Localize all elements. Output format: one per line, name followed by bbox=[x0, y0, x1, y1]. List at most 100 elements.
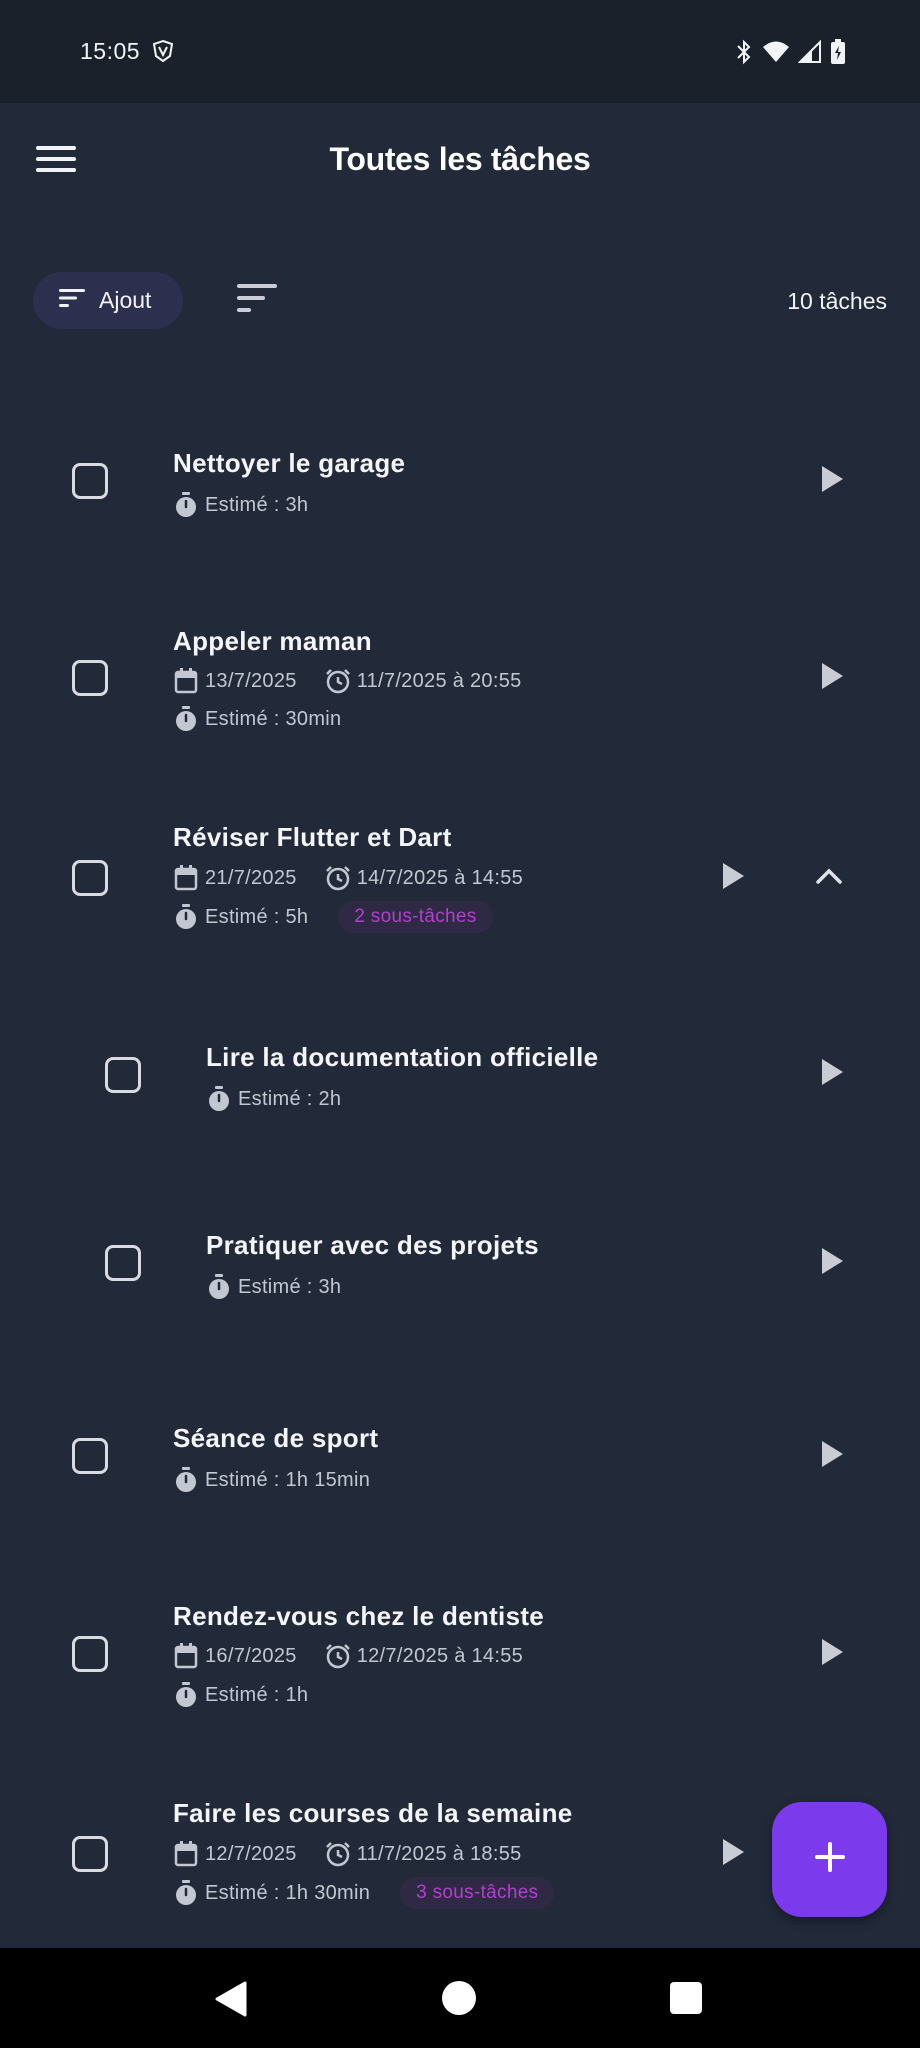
app-bar: Toutes les tâches bbox=[0, 103, 920, 218]
back-icon[interactable] bbox=[214, 1981, 248, 2022]
start-task-button[interactable] bbox=[713, 1834, 753, 1874]
subtask-meta: Estimé : 2h bbox=[206, 1086, 341, 1112]
task-title: Nettoyer le garage bbox=[173, 448, 406, 478]
status-icons bbox=[734, 39, 846, 70]
play-icon bbox=[820, 1440, 844, 1473]
alarm-icon bbox=[325, 668, 351, 694]
task-meta: Estimé : 30min bbox=[173, 706, 341, 732]
sort-chip-label: Ajout bbox=[99, 287, 152, 313]
task-estimate: Estimé : 1h 15min bbox=[205, 1468, 371, 1491]
task-title: Rendez-vous chez le dentiste bbox=[173, 1601, 545, 1631]
timer-icon bbox=[173, 904, 199, 930]
task-title: Appeler maman bbox=[173, 626, 372, 656]
chevron-up-icon bbox=[816, 868, 842, 889]
task-meta: Estimé : 1h 15min bbox=[173, 1467, 370, 1493]
vpn-shield-icon bbox=[151, 39, 175, 68]
checkbox-icon[interactable] bbox=[72, 1438, 108, 1474]
checkbox-icon[interactable] bbox=[72, 1836, 108, 1872]
task-reminder: 14/7/2025 à 14:55 bbox=[356, 866, 524, 889]
task-due-date: 13/7/2025 bbox=[205, 669, 297, 692]
play-icon bbox=[820, 1058, 844, 1091]
timer-icon bbox=[173, 492, 199, 518]
signal-icon bbox=[797, 39, 822, 69]
task-estimate: Estimé : 5h bbox=[205, 905, 309, 928]
alarm-icon bbox=[325, 1643, 351, 1669]
task-dates: 13/7/2025 11/7/2025 à 20:55 bbox=[173, 668, 522, 694]
checkbox-icon[interactable] bbox=[72, 660, 108, 696]
calendar-icon bbox=[173, 668, 199, 694]
task-item[interactable]: Nettoyer le garage Estimé : 3h bbox=[0, 430, 920, 540]
task-estimate: Estimé : 3h bbox=[205, 493, 309, 516]
checkbox-icon[interactable] bbox=[105, 1245, 141, 1281]
calendar-icon bbox=[173, 865, 199, 891]
start-task-button[interactable] bbox=[812, 658, 852, 698]
bluetooth-icon bbox=[734, 39, 754, 70]
subtask-count-badge: 2 sous-tâches bbox=[338, 901, 493, 933]
add-task-button[interactable] bbox=[772, 1802, 887, 1917]
sort-order-button[interactable] bbox=[232, 280, 282, 320]
task-due-date: 12/7/2025 bbox=[205, 1842, 297, 1865]
status-bar: 15:05 bbox=[0, 0, 920, 103]
task-dates: 16/7/2025 12/7/2025 à 14:55 bbox=[173, 1643, 523, 1669]
checkbox-icon[interactable] bbox=[72, 463, 108, 499]
toolbar: Ajout 10 tâches bbox=[0, 270, 920, 330]
subtask-estimate: Estimé : 3h bbox=[238, 1275, 342, 1298]
subtask-count-badge: 3 sous-tâches bbox=[400, 1877, 555, 1909]
timer-icon bbox=[173, 1682, 199, 1708]
subtask-item[interactable]: Lire la documentation officielle Estimé … bbox=[0, 1032, 920, 1142]
checkbox-icon[interactable] bbox=[72, 860, 108, 896]
task-due-date: 21/7/2025 bbox=[205, 866, 297, 889]
task-item[interactable]: Appeler maman 13/7/2025 11/7/2025 à 20:5… bbox=[0, 615, 920, 745]
sort-icon bbox=[237, 283, 277, 318]
task-estimate: Estimé : 1h bbox=[205, 1683, 309, 1706]
sort-icon bbox=[59, 288, 85, 313]
task-estimate: Estimé : 1h 30min bbox=[205, 1881, 371, 1904]
start-task-button[interactable] bbox=[812, 1634, 852, 1674]
start-task-button[interactable] bbox=[812, 461, 852, 501]
task-dates: 12/7/2025 11/7/2025 à 18:55 bbox=[173, 1841, 522, 1867]
task-due-date: 16/7/2025 bbox=[205, 1644, 297, 1667]
subtask-title: Pratiquer avec des projets bbox=[206, 1230, 539, 1260]
task-item[interactable]: Rendez-vous chez le dentiste 16/7/2025 1… bbox=[0, 1593, 920, 1723]
start-task-button[interactable] bbox=[713, 858, 753, 898]
task-item[interactable]: Séance de sport Estimé : 1h 15min bbox=[0, 1415, 920, 1525]
timer-icon bbox=[173, 1880, 199, 1906]
status-time: 15:05 bbox=[80, 38, 141, 64]
system-nav-bar bbox=[0, 1948, 920, 2048]
sort-field-chip[interactable]: Ajout bbox=[33, 272, 183, 329]
task-estimate: Estimé : 30min bbox=[205, 707, 342, 730]
add-icon bbox=[813, 1840, 847, 1879]
checkbox-icon[interactable] bbox=[72, 1636, 108, 1672]
home-icon[interactable] bbox=[442, 1981, 476, 2015]
task-dates: 21/7/2025 14/7/2025 à 14:55 bbox=[173, 865, 523, 891]
page-title: Toutes les tâches bbox=[329, 141, 591, 177]
task-meta: Estimé : 1h bbox=[173, 1682, 308, 1708]
start-task-button[interactable] bbox=[812, 1243, 852, 1283]
task-reminder: 12/7/2025 à 14:55 bbox=[356, 1644, 524, 1667]
alarm-icon bbox=[325, 865, 351, 891]
calendar-icon bbox=[173, 1841, 199, 1867]
task-count: 10 tâches bbox=[787, 288, 887, 314]
collapse-subtasks-button[interactable] bbox=[809, 858, 849, 898]
play-icon bbox=[721, 1838, 745, 1871]
subtask-title: Lire la documentation officielle bbox=[206, 1042, 599, 1072]
task-title: Faire les courses de la semaine bbox=[173, 1798, 573, 1828]
play-icon bbox=[820, 1247, 844, 1280]
subtask-item[interactable]: Pratiquer avec des projets Estimé : 3h bbox=[0, 1222, 920, 1332]
checkbox-icon[interactable] bbox=[105, 1057, 141, 1093]
start-task-button[interactable] bbox=[812, 1436, 852, 1476]
subtask-estimate: Estimé : 2h bbox=[238, 1087, 342, 1110]
timer-icon bbox=[173, 706, 199, 732]
start-task-button[interactable] bbox=[812, 1054, 852, 1094]
calendar-icon bbox=[173, 1643, 199, 1669]
timer-icon bbox=[206, 1274, 232, 1300]
play-icon bbox=[721, 862, 745, 895]
wifi-icon bbox=[762, 40, 790, 69]
task-meta: Estimé : 1h 30min 3 sous-tâches bbox=[173, 1877, 555, 1909]
timer-icon bbox=[206, 1086, 232, 1112]
timer-icon bbox=[173, 1467, 199, 1493]
task-item[interactable]: Réviser Flutter et Dart 21/7/2025 14/7/2… bbox=[0, 812, 920, 952]
recents-icon[interactable] bbox=[670, 1982, 702, 2014]
task-reminder: 11/7/2025 à 20:55 bbox=[356, 669, 522, 692]
task-title: Réviser Flutter et Dart bbox=[173, 822, 452, 852]
